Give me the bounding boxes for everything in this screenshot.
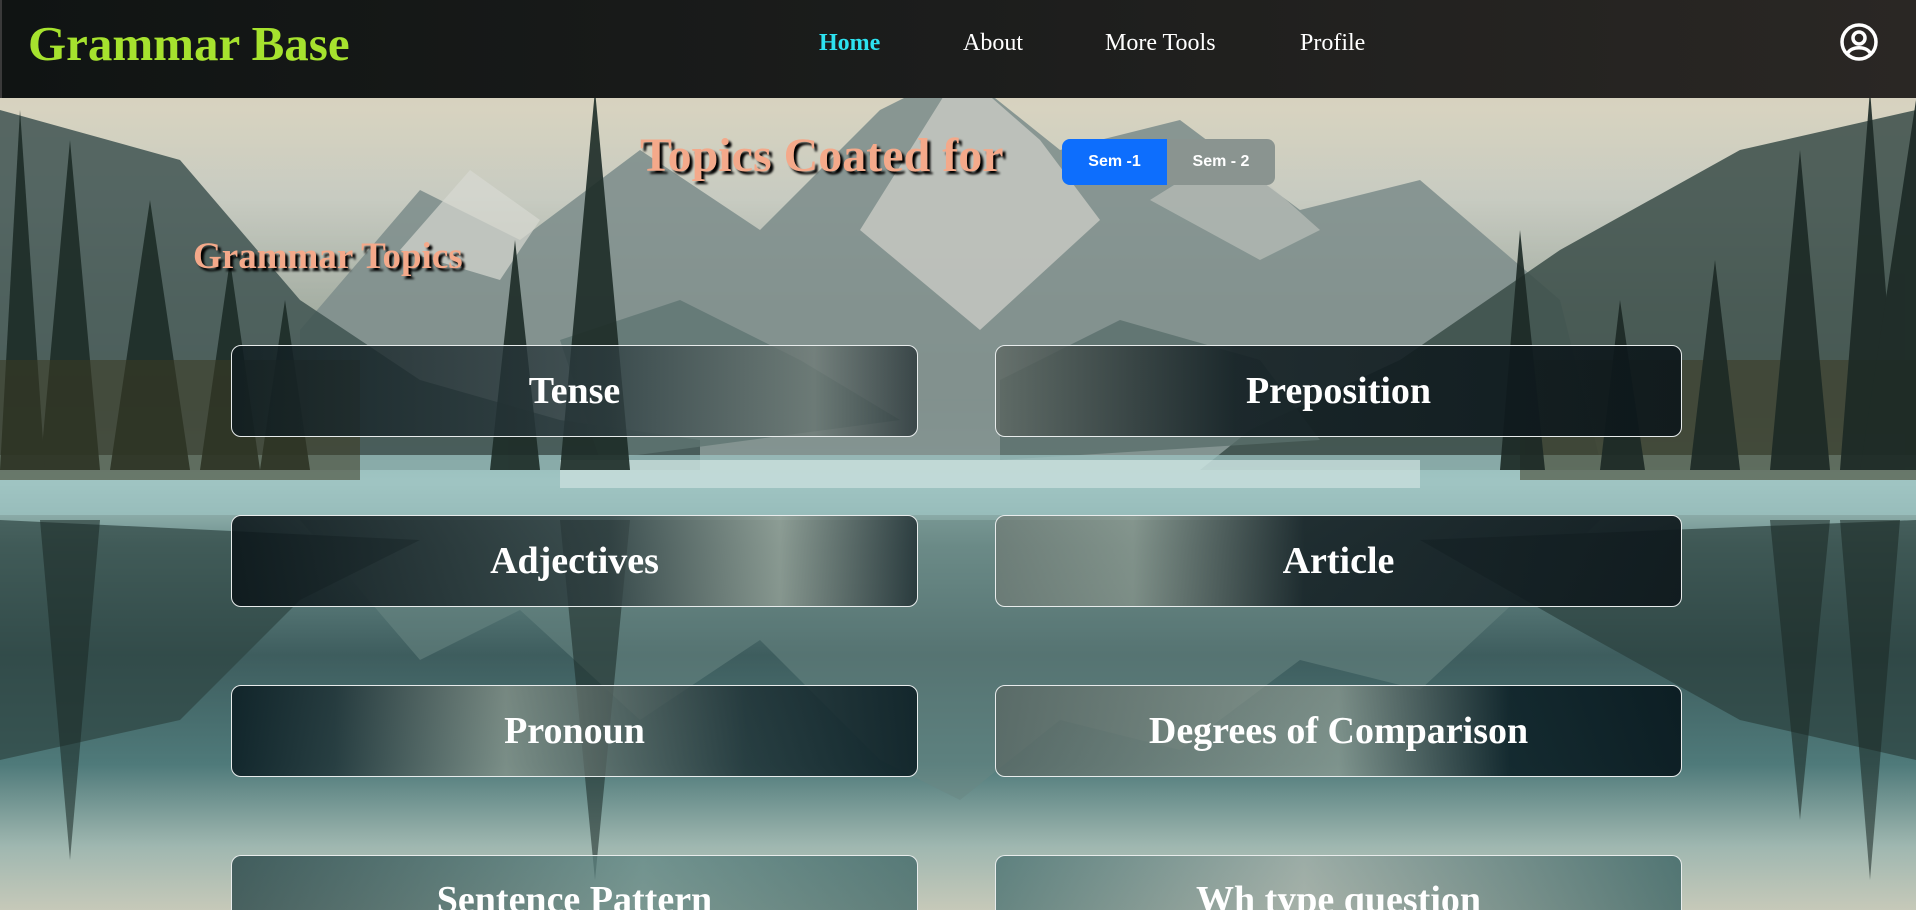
nav-home[interactable]: Home: [819, 28, 880, 58]
topic-card-label: Wh type question: [1195, 879, 1482, 910]
semester-toggle: Sem -1 Sem - 2: [1062, 139, 1275, 185]
topic-card-tense[interactable]: Tense: [231, 345, 918, 437]
sem-2-button[interactable]: Sem - 2: [1167, 139, 1275, 185]
main-nav: Home About More Tools Profile: [2, 28, 1916, 62]
topic-card-preposition[interactable]: Preposition: [995, 345, 1682, 437]
user-circle-icon[interactable]: [1839, 22, 1879, 62]
topic-card-label: Sentence Pattern: [436, 879, 713, 910]
topic-card-pronoun[interactable]: Pronoun: [231, 685, 918, 777]
topic-card-wh-type-question[interactable]: Wh type question: [995, 855, 1682, 910]
topic-card-sentence-pattern[interactable]: Sentence Pattern: [231, 855, 918, 910]
nav-profile[interactable]: Profile: [1300, 28, 1365, 58]
top-navbar: Grammar Base Home About More Tools Profi…: [0, 0, 1916, 98]
topic-card-adjectives[interactable]: Adjectives: [231, 515, 918, 607]
grammar-topics-heading: Grammar Topics: [193, 236, 463, 277]
topic-card-degrees-of-comparison[interactable]: Degrees of Comparison: [995, 685, 1682, 777]
sem-1-button[interactable]: Sem -1: [1062, 139, 1167, 185]
topics-heading: Topics Coated for: [640, 129, 1004, 182]
nav-about[interactable]: About: [963, 28, 1023, 58]
topic-card-article[interactable]: Article: [995, 515, 1682, 607]
nav-more-tools[interactable]: More Tools: [1105, 28, 1216, 58]
